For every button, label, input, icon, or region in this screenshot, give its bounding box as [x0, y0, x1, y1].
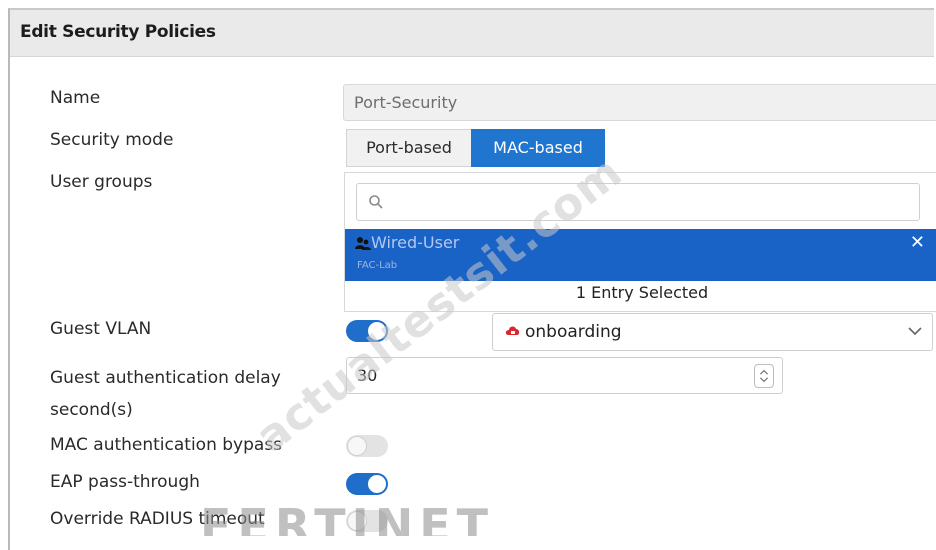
- guest-auth-delay-label: Guest authentication delay: [50, 368, 281, 388]
- guest-vlan-select[interactable]: onboarding: [492, 313, 933, 351]
- user-groups-label: User groups: [50, 172, 153, 192]
- guest-auth-delay-label-unit: second(s): [50, 400, 133, 420]
- toggle-knob: [367, 321, 387, 341]
- selection-count: 1 Entry Selected: [575, 283, 709, 302]
- port-based-option[interactable]: Port-based: [346, 129, 472, 167]
- guest-auth-delay-value: 30: [357, 366, 378, 385]
- edit-security-policies-dialog: Edit Security Policies Name Port-Securit…: [8, 8, 936, 550]
- vlan-cloud-icon: [505, 326, 520, 335]
- dialog-header: Edit Security Policies: [10, 10, 934, 57]
- toggle-knob: [367, 474, 387, 494]
- security-mode-label: Security mode: [50, 130, 174, 150]
- search-icon: [369, 195, 383, 209]
- name-label: Name: [50, 88, 101, 108]
- user-group-icon: [355, 237, 371, 250]
- toggle-knob: [347, 436, 367, 456]
- chevron-down-icon: [908, 327, 922, 336]
- dialog-title: Edit Security Policies: [20, 22, 216, 42]
- stepper-icon[interactable]: [754, 364, 774, 388]
- guest-vlan-label: Guest VLAN: [50, 319, 152, 339]
- guest-vlan-value: onboarding: [525, 322, 622, 342]
- user-group-name: Wired-User: [371, 233, 460, 252]
- name-field[interactable]: Port-Security: [343, 84, 936, 121]
- remove-user-group-icon[interactable]: ✕: [910, 232, 925, 253]
- user-groups-selector: Wired-User FAC-Lab ✕ 1 Entry Selected: [344, 172, 936, 312]
- eap-passthrough-toggle[interactable]: [346, 473, 388, 495]
- eap-passthrough-label: EAP pass-through: [50, 472, 200, 492]
- guest-vlan-toggle[interactable]: [346, 320, 388, 342]
- brand-logo: FERTINET: [200, 503, 494, 536]
- user-group-source: FAC-Lab: [357, 260, 398, 271]
- guest-auth-delay-field[interactable]: 30: [346, 357, 783, 394]
- mac-bypass-label: MAC authentication bypass: [50, 435, 283, 455]
- mac-bypass-toggle[interactable]: [346, 435, 388, 457]
- selected-user-group-item[interactable]: Wired-User FAC-Lab ✕: [345, 229, 936, 281]
- mac-based-option[interactable]: MAC-based: [471, 129, 605, 167]
- user-groups-search-input[interactable]: [356, 183, 920, 221]
